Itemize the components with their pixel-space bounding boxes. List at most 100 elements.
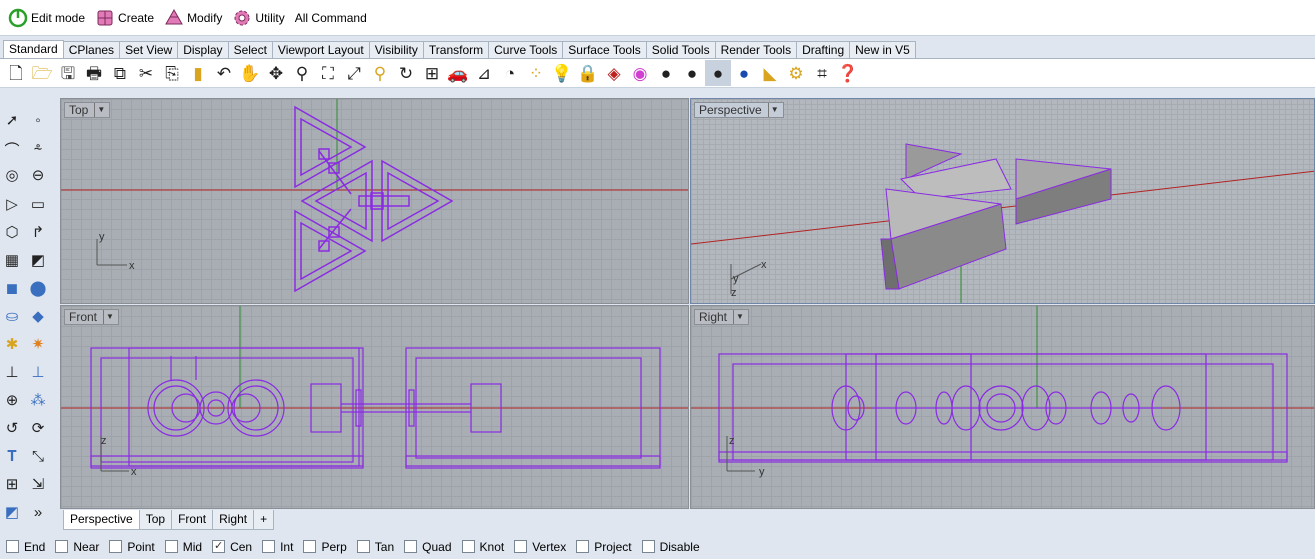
top-viewport-label[interactable]: Top ▼: [64, 102, 111, 118]
surface-icon[interactable]: ▦: [0, 248, 24, 272]
zoom-icon[interactable]: ⚲: [289, 60, 315, 86]
create-button[interactable]: Create: [91, 4, 158, 32]
rotate-3d-icon[interactable]: ⟳: [26, 416, 50, 440]
plane-icon[interactable]: ⊿: [471, 60, 497, 86]
checkbox[interactable]: [6, 540, 19, 553]
curve-icon[interactable]: ⸛: [26, 137, 50, 161]
circle-icon[interactable]: ◎: [0, 163, 24, 187]
shaded-sphere-icon[interactable]: ●: [679, 60, 705, 86]
boolean-icon[interactable]: ⊕: [0, 388, 24, 412]
mesh-icon[interactable]: ◆: [26, 304, 50, 328]
viewport-tab-perspective[interactable]: Perspective: [63, 510, 140, 530]
checkbox[interactable]: [461, 540, 475, 553]
tab-cplanes[interactable]: CPlanes: [62, 41, 121, 58]
viewport-tab-top[interactable]: Top: [138, 510, 173, 530]
tab-visibility[interactable]: Visibility: [368, 41, 424, 58]
chevron-down-icon[interactable]: ▼: [733, 310, 744, 324]
polygon-icon[interactable]: ⬡: [0, 220, 24, 244]
scale-icon[interactable]: ⇲: [26, 472, 50, 496]
checkbox[interactable]: ✓: [212, 540, 226, 553]
tab-viewport-layout[interactable]: Viewport Layout: [271, 41, 370, 58]
paste-icon[interactable]: ▮: [185, 60, 211, 86]
osnap-perp[interactable]: Perp: [303, 540, 347, 554]
rotate-icon[interactable]: ↺: [0, 416, 24, 440]
checkbox[interactable]: [356, 540, 370, 553]
osnap-near[interactable]: Near: [55, 540, 99, 554]
color-wheel-icon[interactable]: ◉: [627, 60, 653, 86]
osnap-tan[interactable]: Tan: [356, 540, 394, 554]
viewport-tab-right[interactable]: Right: [212, 510, 255, 530]
edit-mode-button[interactable]: Edit mode: [4, 4, 89, 32]
explode-icon[interactable]: ✷: [26, 332, 50, 356]
polyline-icon[interactable]: ⌒: [0, 137, 24, 161]
tab-render-tools[interactable]: Render Tools: [714, 41, 798, 58]
cut-icon[interactable]: ✂: [133, 60, 159, 86]
ellipse-icon[interactable]: ⊖: [26, 163, 50, 187]
utility-button[interactable]: Utility: [228, 4, 288, 32]
import-icon[interactable]: ⧉: [107, 60, 133, 86]
select-arrow-icon[interactable]: ➚: [0, 108, 24, 132]
checkbox[interactable]: [303, 540, 317, 553]
fillet-icon[interactable]: ↱: [26, 220, 50, 244]
perspective-viewport-label[interactable]: Perspective ▼: [694, 102, 784, 118]
osnap-cen[interactable]: ✓ Cen: [212, 540, 252, 554]
zoom-extents-icon[interactable]: ⤢: [341, 60, 367, 86]
layer-icon[interactable]: ◈: [601, 60, 627, 86]
open-folder-icon[interactable]: 🗁: [29, 60, 55, 86]
print-icon[interactable]: 🖶: [81, 60, 107, 86]
arc-icon[interactable]: ▷: [0, 192, 24, 216]
tab-select[interactable]: Select: [227, 41, 273, 58]
split-icon[interactable]: ⊥: [26, 360, 50, 384]
checkbox[interactable]: [55, 540, 69, 553]
zoom-window-icon[interactable]: ⛶: [315, 60, 341, 86]
osnap-int[interactable]: Int: [262, 540, 293, 554]
front-viewport-label[interactable]: Front ▼: [64, 309, 119, 325]
osnap-quad[interactable]: Quad: [404, 540, 452, 554]
right-viewport[interactable]: z y Right ▼: [690, 305, 1315, 509]
top-viewport[interactable]: y x Top ▼: [60, 98, 689, 304]
checkbox[interactable]: [576, 540, 590, 553]
rendered-sphere-icon[interactable]: ●: [705, 60, 731, 86]
tab-drafting[interactable]: Drafting: [796, 41, 851, 58]
tab-curve-tools[interactable]: Curve Tools: [488, 41, 564, 58]
viewport-tab-front[interactable]: Front: [171, 510, 214, 530]
zoom-selected-icon[interactable]: ⚲: [367, 60, 393, 86]
osnap-vertex[interactable]: Vertex: [514, 540, 566, 554]
chevron-down-icon[interactable]: ▼: [767, 103, 779, 117]
osnap-disable[interactable]: Disable: [641, 540, 700, 554]
osnap-point[interactable]: Point: [109, 540, 155, 554]
chevron-down-icon[interactable]: ▼: [94, 103, 105, 117]
copy-icon[interactable]: ⎘: [159, 60, 185, 86]
undo-icon[interactable]: ↶: [211, 60, 237, 86]
box-icon[interactable]: ◼: [0, 276, 24, 300]
extrude-surface-icon[interactable]: ◩: [26, 248, 50, 272]
dimension-icon[interactable]: ⤡: [26, 444, 50, 468]
clock-icon[interactable]: ◔: [497, 60, 523, 86]
all-command-button[interactable]: All Command: [291, 4, 371, 32]
chevron-down-icon[interactable]: ▼: [103, 310, 114, 324]
save-icon[interactable]: 🖫: [55, 60, 81, 86]
tab-standard[interactable]: Standard: [3, 40, 64, 58]
checkbox[interactable]: [514, 540, 528, 553]
more-tools-icon[interactable]: »: [26, 500, 50, 524]
group-icon[interactable]: ⁂: [26, 388, 50, 412]
point-icon[interactable]: ◦: [26, 108, 50, 132]
add-viewport-tab-icon[interactable]: +: [253, 510, 275, 530]
tab-display[interactable]: Display: [177, 41, 229, 58]
right-viewport-label[interactable]: Right ▼: [694, 309, 749, 325]
tab-surface-tools[interactable]: Surface Tools: [562, 41, 647, 58]
help-icon[interactable]: ❓: [835, 60, 861, 86]
car-icon[interactable]: 🚗: [445, 60, 471, 86]
options-gear-icon[interactable]: ⚙: [783, 60, 809, 86]
front-viewport[interactable]: z x Front ▼: [60, 305, 689, 509]
checkbox[interactable]: [404, 540, 418, 553]
tab-solid-tools[interactable]: Solid Tools: [645, 41, 716, 58]
cylinder-icon[interactable]: ⛀: [0, 304, 24, 328]
snap-grid-icon[interactable]: ⌗: [809, 60, 835, 86]
osnap-knot[interactable]: Knot: [461, 540, 504, 554]
modify-button[interactable]: Modify: [160, 4, 226, 32]
checkbox[interactable]: [164, 540, 178, 553]
checkbox[interactable]: [109, 540, 123, 553]
cube-view-icon[interactable]: ◩: [0, 500, 24, 524]
rectangle-icon[interactable]: ▭: [26, 192, 50, 216]
